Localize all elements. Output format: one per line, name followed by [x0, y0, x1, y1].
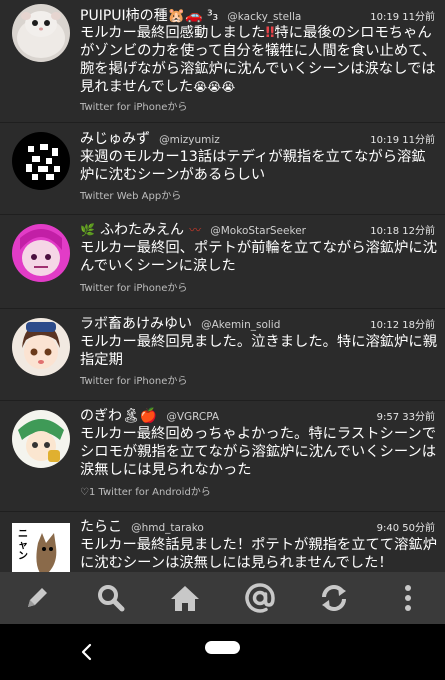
tweet-header: 🌿 ふわたみえん 〰 @MokoStarSeeker 10:18 12分前 [80, 219, 435, 239]
tweet-time: 10:19 11分前 [370, 135, 435, 146]
tweet-item[interactable]: 🌿 ふわたみえん 〰 @MokoStarSeeker 10:18 12分前 モル… [0, 215, 445, 309]
avatar[interactable]: ニャン [12, 523, 70, 572]
user-handle[interactable]: @mizyumiz [159, 134, 220, 146]
tweet-time: 10:12 18分前 [370, 320, 435, 331]
user-handle[interactable]: @MokoStarSeeker [210, 225, 306, 237]
tweet-item[interactable]: PUIPUI柿の種🐹🚗 ³₃ @kacky_stella 10:19 11分前 … [0, 0, 445, 123]
hamster-avatar-image [12, 4, 70, 62]
crying-face-emoji: 😭😭😭 [193, 80, 236, 94]
tweet-time: 10:18 12分前 [370, 226, 435, 237]
tweet-text-part: モルカー最終回感動しました [80, 25, 266, 41]
leaf-icon: 🌿 [80, 223, 95, 237]
tweet-header: ラボ畜あけみゆい @Akemin_solid 10:12 18分前 [80, 313, 435, 333]
tweet-time: 9:57 33分前 [376, 412, 435, 423]
user-handle[interactable]: @hmd_tarako [131, 522, 204, 534]
tweet-source: Twitter for iPhoneから [80, 102, 188, 113]
home-icon [171, 586, 200, 611]
user-name[interactable]: みじゅみず [80, 131, 150, 147]
avatar[interactable] [12, 410, 70, 468]
bottom-toolbar [0, 572, 445, 624]
anime-avatar-image [12, 224, 70, 282]
tweet-header: のぎわ🏝🍎 @VGRCPA 9:57 33分前 [80, 405, 435, 425]
tweet-text: モルカー最終話見ました！ポテトが親指を立てて溶鉱炉に沈むシーンは涙無しには見られ… [80, 537, 437, 571]
user-handle[interactable]: @Akemin_solid [201, 319, 280, 331]
tweet-text: モルカー最終回見ました。泣きました。特に溶鉱炉に親指定期 [80, 334, 437, 368]
user-name[interactable]: ラボ畜あけみゆい [80, 316, 192, 332]
tweet-header: たらこ @hmd_tarako 9:40 50分前 [80, 516, 435, 536]
more-button[interactable] [371, 572, 445, 624]
home-button[interactable] [148, 572, 222, 624]
home-gesture-pill[interactable] [205, 641, 240, 654]
user-name[interactable]: ふわたみえん [100, 222, 184, 238]
tweet-source: ♡1 Twitter for Androidから [80, 487, 211, 498]
avatar-badge-text: ニャン [18, 529, 28, 562]
tweet-item[interactable]: のぎわ🏝🍎 @VGRCPA 9:57 33分前 モルカー最終回めっちゃよかった。… [0, 401, 445, 512]
compose-button[interactable] [0, 572, 74, 624]
tweet-time: 10:19 11分前 [370, 12, 435, 23]
tweet-text: モルカー最終回感動しました‼特に最後のシロモちゃんがゾンビの力を使って自分を犠牲… [80, 24, 437, 96]
user-name[interactable]: のぎわ🏝🍎 [80, 408, 157, 424]
tweet-header: みじゅみず @mizyumiz 10:19 11分前 [80, 128, 435, 148]
mentions-button[interactable] [223, 572, 297, 624]
tweet-item[interactable]: みじゅみず @mizyumiz 10:19 11分前 来週のモルカー13話はテデ… [0, 123, 445, 215]
search-button[interactable] [74, 572, 148, 624]
pencil-icon [28, 588, 48, 607]
refresh-button[interactable] [297, 572, 371, 624]
avatar[interactable] [12, 132, 70, 190]
user-handle[interactable]: @kacky_stella [227, 11, 301, 23]
back-button[interactable] [76, 638, 96, 666]
tweet-source: Twitter for iPhoneから [80, 283, 188, 294]
user-name[interactable]: PUIPUI柿の種🐹🚗 ³₃ [80, 8, 218, 24]
ribbon-icon: 〰 [189, 223, 202, 237]
anime-avatar-image [12, 410, 70, 468]
more-icon [404, 585, 411, 611]
avatar[interactable] [12, 4, 70, 62]
chevron-left-icon [81, 643, 92, 661]
tweet-source: Twitter Web Appから [80, 191, 182, 202]
search-icon [98, 585, 125, 612]
tweet-item[interactable]: ニャン たらこ @hmd_tarako 9:40 50分前 モルカー最終話見まし… [0, 512, 445, 572]
tweet-time: 9:40 50分前 [376, 523, 435, 534]
tweet-item[interactable]: ラボ畜あけみゆい @Akemin_solid 10:12 18分前 モルカー最終… [0, 309, 445, 401]
refresh-icon [321, 585, 346, 611]
tweet-text: モルカー最終回めっちゃよかった。特にラストシーンでシロモが親指を立てながら溶鉱炉… [80, 426, 436, 478]
avatar[interactable] [12, 318, 70, 376]
anime-avatar-image [12, 318, 70, 376]
user-handle[interactable]: @VGRCPA [166, 411, 219, 423]
tweet-text: 来週のモルカー13話はテディが親指を立てながら溶鉱炉に沈むシーンがあるらしい [80, 149, 426, 183]
mention-icon [244, 583, 275, 613]
timeline[interactable]: PUIPUI柿の種🐹🚗 ³₃ @kacky_stella 10:19 11分前 … [0, 0, 445, 572]
user-name[interactable]: たらこ [80, 519, 122, 535]
pixel-avatar-image [12, 132, 70, 190]
avatar[interactable] [12, 224, 70, 282]
tweet-source: Twitter for iPhoneから [80, 376, 188, 387]
tweet-text: モルカー最終回、ポテトが前輪を立てながら溶鉱炉に沈んでいくシーンに涙した [80, 240, 437, 274]
tweet-header: PUIPUI柿の種🐹🚗 ³₃ @kacky_stella 10:19 11分前 [80, 5, 435, 25]
